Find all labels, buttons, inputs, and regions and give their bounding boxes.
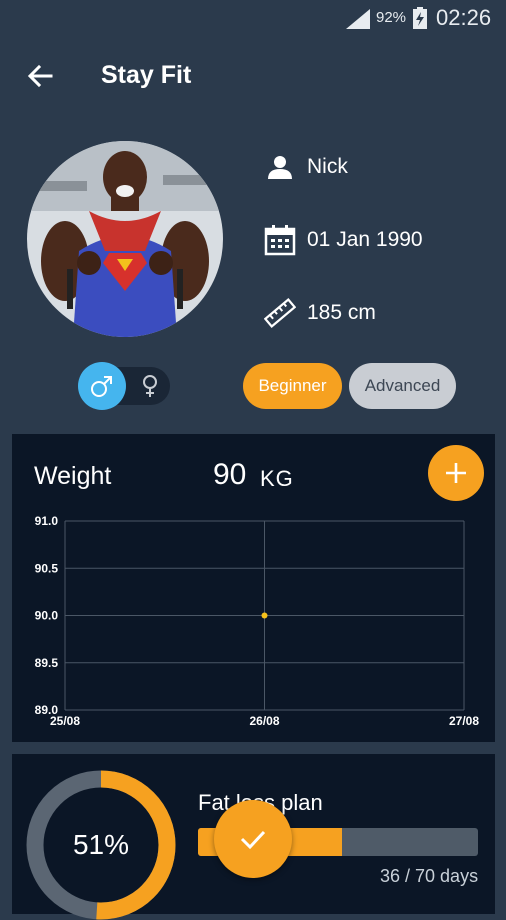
gender-male-button[interactable] <box>78 362 126 410</box>
profile-name-row[interactable]: Nick <box>264 149 348 185</box>
app-title: Stay Fit <box>101 61 192 89</box>
back-button[interactable] <box>20 58 60 94</box>
chart-x-tick-label: 25/08 <box>50 714 80 728</box>
avatar[interactable] <box>27 141 223 337</box>
gender-toggle[interactable] <box>78 362 170 410</box>
check-icon <box>240 830 266 850</box>
chart-y-tick-label: 90.0 <box>35 609 59 623</box>
battery-charging-icon <box>413 7 427 29</box>
weight-chart: 91.090.590.089.589.025/08 26/08 27/08 <box>35 514 480 728</box>
check-in-button[interactable] <box>214 800 292 878</box>
male-symbol-icon <box>91 376 112 397</box>
chart-x-tick-label: 27/08 <box>449 714 479 728</box>
female-symbol-icon <box>143 375 157 397</box>
chart-y-tick-label: 89.5 <box>35 656 59 670</box>
profile-birthdate-row[interactable]: 01 Jan 1990 <box>264 222 423 258</box>
person-icon <box>264 151 296 183</box>
battery-percent: 92% <box>376 9 407 26</box>
status-clock: 02:26 <box>436 5 492 30</box>
status-bar: 92% 02:26 <box>0 0 506 38</box>
chart-y-tick-label: 90.5 <box>35 561 59 575</box>
ruler-icon <box>264 297 296 329</box>
chart-data-point <box>261 612 268 619</box>
plan-days-text: 36 / 70 days <box>380 866 479 886</box>
weight-card: Weight 90 KG 91.0 90.5 90.0 89.5 89.0 25/08 26… <box>12 434 495 742</box>
profile-birthdate: 01 Jan 1990 <box>307 228 423 251</box>
level-advanced-button[interactable]: Advanced <box>349 363 456 409</box>
profile-photo <box>27 141 223 337</box>
signal-icon <box>346 9 370 29</box>
chart-y-tick-label: 91.0 <box>35 514 59 528</box>
profile-height-row[interactable]: 185 cm <box>264 295 376 331</box>
chart-x-tick-label: 26/08 <box>249 714 279 728</box>
profile-height: 185 cm <box>307 301 376 324</box>
plan-card: 51% Fat loss plan 36 / 70 days <box>12 754 495 920</box>
plan-percent: 51% <box>72 829 130 860</box>
gender-female-button[interactable] <box>136 372 164 400</box>
arrow-left-icon <box>27 64 53 88</box>
calendar-icon <box>264 224 296 256</box>
profile-name: Nick <box>307 155 348 178</box>
level-beginner-button[interactable]: Beginner <box>243 363 342 409</box>
